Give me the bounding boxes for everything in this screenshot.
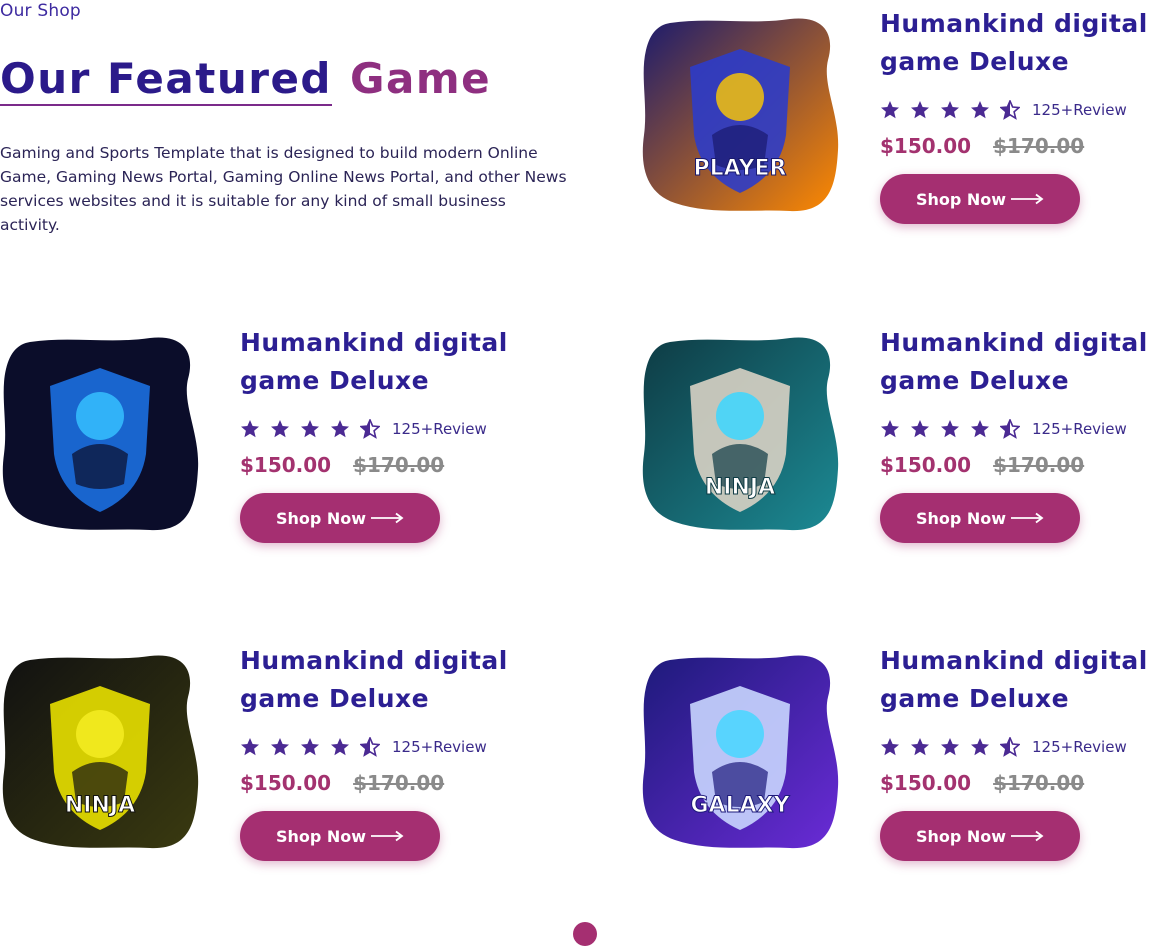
star-full-icon [880, 737, 900, 757]
star-half-icon [1000, 419, 1020, 439]
current-price: $150.00 [240, 453, 332, 477]
section-description: Gaming and Sports Template that is desig… [0, 144, 567, 234]
product-image-galaxy-astronaut-logo[interactable]: GALAXY [640, 652, 840, 852]
old-price: $170.00 [993, 771, 1085, 795]
product-rating: 125+Review [880, 736, 1127, 758]
shop-now-label: Shop Now [275, 508, 367, 528]
shop-now-button[interactable]: Shop Now [240, 811, 440, 861]
review-count: 125+Review [1032, 101, 1127, 119]
star-full-icon [330, 419, 350, 439]
star-half-icon [360, 737, 380, 757]
product-prices: $150.00 $170.00 [880, 134, 1084, 158]
product-image-ninja-warrior-logo[interactable]: NINJA [640, 334, 840, 534]
product-card: GALAXY Humankind digital game Deluxe 125… [640, 646, 1150, 862]
product-title[interactable]: Humankind digital game Deluxe [240, 642, 510, 718]
star-full-icon [270, 419, 290, 439]
shop-now-label: Shop Now [275, 826, 367, 846]
arrow-right-icon [370, 512, 404, 524]
product-prices: $150.00 $170.00 [240, 771, 444, 795]
svg-text:NINJA: NINJA [65, 793, 135, 818]
product-card: NINJA Humankind digital game Deluxe 125+… [0, 646, 510, 862]
product-rating: 125+Review [240, 418, 487, 440]
star-half-icon [1000, 100, 1020, 120]
star-full-icon [270, 737, 290, 757]
arrow-right-icon [1010, 512, 1044, 524]
section-title-part1: Our Featured [0, 54, 332, 106]
svg-text:GALAXY: GALAXY [690, 793, 790, 818]
product-card: NINJA Humankind digital game Deluxe 125+… [640, 328, 1150, 544]
star-full-icon [240, 419, 260, 439]
star-full-icon [910, 737, 930, 757]
review-count: 125+Review [1032, 738, 1127, 756]
product-rating: 125+Review [880, 99, 1127, 121]
current-price: $150.00 [240, 771, 332, 795]
star-full-icon [300, 419, 320, 439]
shop-now-button[interactable]: Shop Now [240, 493, 440, 543]
current-price: $150.00 [880, 453, 972, 477]
product-card: PLAYER Humankind digital game Deluxe 125… [640, 9, 1150, 225]
product-card: Humankind digital game Deluxe 125+Review… [0, 328, 510, 544]
product-image-hooded-assassin-logo[interactable] [0, 334, 200, 534]
product-image-pro-player-logo[interactable]: PLAYER [640, 15, 840, 215]
old-price: $170.00 [353, 771, 445, 795]
star-full-icon [970, 100, 990, 120]
current-price: $150.00 [880, 134, 972, 158]
old-price: $170.00 [353, 453, 445, 477]
star-half-icon [360, 419, 380, 439]
star-full-icon [940, 100, 960, 120]
product-prices: $150.00 $170.00 [880, 453, 1084, 477]
product-title[interactable]: Humankind digital game Deluxe [880, 642, 1150, 718]
star-full-icon [910, 100, 930, 120]
section-eyebrow: Our Shop [0, 1, 81, 21]
section-title: Our Featured Game [0, 54, 491, 106]
star-full-icon [940, 419, 960, 439]
star-full-icon [880, 419, 900, 439]
old-price: $170.00 [993, 134, 1085, 158]
product-rating: 125+Review [880, 418, 1127, 440]
product-image-ninja-yellow-logo[interactable]: NINJA [0, 652, 200, 852]
section-title-part2: Game [350, 54, 492, 103]
review-count: 125+Review [1032, 420, 1127, 438]
product-rating: 125+Review [240, 736, 487, 758]
star-full-icon [940, 737, 960, 757]
svg-text:NINJA: NINJA [705, 475, 775, 500]
product-prices: $150.00 $170.00 [240, 453, 444, 477]
shop-now-label: Shop Now [915, 826, 1007, 846]
shop-now-label: Shop Now [915, 508, 1007, 528]
star-full-icon [970, 419, 990, 439]
star-full-icon [970, 737, 990, 757]
svg-text:PLAYER: PLAYER [694, 156, 787, 181]
shop-now-label: Shop Now [915, 189, 1007, 209]
star-full-icon [300, 737, 320, 757]
shop-now-button[interactable]: Shop Now [880, 174, 1080, 224]
arrow-right-icon [370, 830, 404, 842]
star-full-icon [910, 419, 930, 439]
current-price: $150.00 [880, 771, 972, 795]
star-half-icon [1000, 737, 1020, 757]
star-full-icon [240, 737, 260, 757]
old-price: $170.00 [993, 453, 1085, 477]
arrow-right-icon [1010, 830, 1044, 842]
star-full-icon [880, 100, 900, 120]
review-count: 125+Review [392, 420, 487, 438]
shop-now-button[interactable]: Shop Now [880, 811, 1080, 861]
arrow-right-icon [1010, 193, 1044, 205]
product-title[interactable]: Humankind digital game Deluxe [240, 324, 510, 400]
product-title[interactable]: Humankind digital game Deluxe [880, 324, 1150, 400]
product-prices: $150.00 $170.00 [880, 771, 1084, 795]
pagination-dot-active[interactable] [573, 922, 597, 946]
star-full-icon [330, 737, 350, 757]
product-title[interactable]: Humankind digital game Deluxe [880, 5, 1150, 81]
shop-now-button[interactable]: Shop Now [880, 493, 1080, 543]
review-count: 125+Review [392, 738, 487, 756]
